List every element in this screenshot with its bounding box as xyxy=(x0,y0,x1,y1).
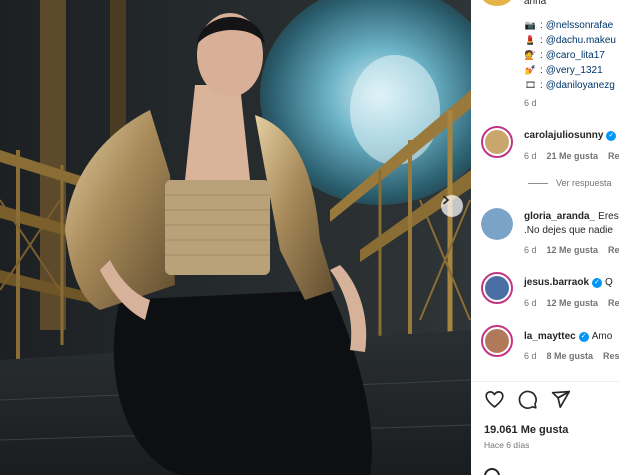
hairdresser-icon: 💇 xyxy=(524,50,537,60)
post-date: Hace 6 días xyxy=(484,440,530,450)
tag-handle[interactable]: @dachu.makeu xyxy=(546,35,616,46)
comment-text: Q xyxy=(605,277,613,288)
comment-username[interactable]: carolajuliosunny xyxy=(524,130,603,141)
verified-badge-icon: ✓ xyxy=(606,130,617,141)
comments-panel: arina 📷: @nelssonrafae 💄: @dachu.makeu 💇… xyxy=(471,0,619,475)
comment-header: jesus.barraok ✓ Q xyxy=(524,277,613,288)
comment-header: carolajuliosunny ✓ xyxy=(524,130,617,141)
post-photo xyxy=(0,0,471,475)
reply-button[interactable]: Re xyxy=(608,298,619,308)
film-icon: 🎞 xyxy=(524,80,537,90)
caption-time: 6 d xyxy=(524,98,537,108)
send-icon[interactable] xyxy=(550,389,571,410)
avatar xyxy=(485,276,509,300)
comment-meta: 6 d 12 Me gusta Re xyxy=(524,298,619,308)
caption-tag[interactable]: 🎞: @daniloyanezg xyxy=(524,80,615,91)
avatar xyxy=(485,329,509,353)
view-replies-label: Ver respuesta xyxy=(556,178,612,188)
comment-username[interactable]: jesus.barraok xyxy=(524,277,589,288)
comment-time[interactable]: 6 d xyxy=(524,245,537,255)
post-actions xyxy=(484,389,571,410)
author-avatar[interactable] xyxy=(481,0,513,6)
comment-header: gloria_aranda_ Eres xyxy=(524,211,619,222)
next-photo-button[interactable] xyxy=(441,195,463,217)
verified-badge-icon: ✓ xyxy=(578,331,589,342)
avatar xyxy=(481,208,513,240)
likes-count[interactable]: 19.061 Me gusta xyxy=(484,424,568,436)
comment-likes[interactable]: 21 Me gusta xyxy=(547,151,599,161)
caption-tag[interactable]: 💄: @dachu.makeu xyxy=(524,35,616,46)
caption-tag[interactable]: 💇: @caro_lita17 xyxy=(524,50,605,61)
actions-divider xyxy=(471,381,619,382)
caption-tag[interactable]: 📷: @nelssonrafae xyxy=(524,20,613,31)
commenter-avatar[interactable] xyxy=(481,208,513,240)
comment-time[interactable]: 6 d xyxy=(524,351,537,361)
tag-handle[interactable]: @daniloyanezg xyxy=(546,80,615,91)
tag-handle[interactable]: @caro_lita17 xyxy=(546,50,605,61)
heart-icon[interactable] xyxy=(484,389,505,410)
verified-badge-icon: ✓ xyxy=(592,277,603,288)
commenter-avatar[interactable] xyxy=(481,325,513,357)
caption-meta: 6 d xyxy=(524,98,537,108)
comment-username[interactable]: gloria_aranda_ xyxy=(524,211,595,222)
reply-button[interactable]: Res xyxy=(603,351,619,361)
current-user-avatar xyxy=(484,468,500,475)
comment-text-line-2: .No dejes que nadie xyxy=(524,225,613,236)
comment-icon[interactable] xyxy=(517,389,538,410)
lipstick-icon: 💄 xyxy=(524,35,537,45)
chevron-right-icon xyxy=(443,195,449,205)
comment-meta: 6 d 12 Me gusta Re xyxy=(524,245,619,255)
reply-button[interactable]: Re xyxy=(608,245,619,255)
commenter-avatar[interactable] xyxy=(481,272,513,304)
nails-icon: 💅 xyxy=(524,65,537,75)
commenter-avatar[interactable] xyxy=(481,126,513,158)
caption-partial-text: arina xyxy=(524,0,547,7)
comment-meta: 6 d 21 Me gusta Re xyxy=(524,151,619,161)
caption-tag[interactable]: 💅: @very_1321 xyxy=(524,65,603,76)
reply-button[interactable]: Re xyxy=(608,151,619,161)
comment-text: Amo xyxy=(591,331,613,342)
comment-time[interactable]: 6 d xyxy=(524,151,537,161)
comment-meta: 6 d 8 Me gusta Res xyxy=(524,351,619,361)
post-image xyxy=(0,0,471,475)
comment-time[interactable]: 6 d xyxy=(524,298,537,308)
comment-header: la_mayttec ✓ Amo xyxy=(524,331,612,342)
comment-likes[interactable]: 8 Me gusta xyxy=(547,351,594,361)
comment-username[interactable]: la_mayttec xyxy=(524,331,576,342)
avatar xyxy=(485,130,509,154)
replies-line xyxy=(528,182,548,184)
camera-icon: 📷 xyxy=(524,20,537,30)
comment-likes[interactable]: 12 Me gusta xyxy=(547,245,599,255)
tag-handle[interactable]: @very_1321 xyxy=(546,65,603,76)
view-replies-button[interactable]: Ver respuesta xyxy=(528,178,612,188)
comment-likes[interactable]: 12 Me gusta xyxy=(547,298,599,308)
comment-text: Eres xyxy=(598,211,619,222)
tag-handle[interactable]: @nelssonrafae xyxy=(546,20,613,31)
